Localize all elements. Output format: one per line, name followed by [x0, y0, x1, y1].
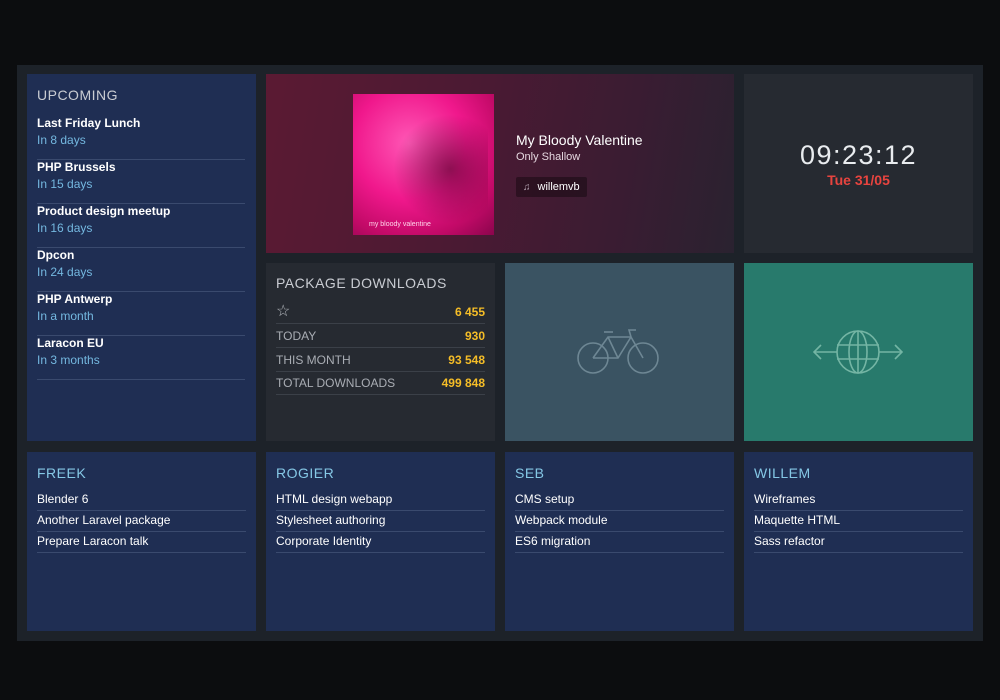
stat-label: Today	[276, 329, 317, 343]
event-name: Laracon EU	[37, 336, 104, 350]
task-item[interactable]: Sass refactor	[754, 531, 963, 553]
team-tile-willem: Willem Wireframes Maquette HTML Sass ref…	[744, 452, 973, 631]
package-downloads-heading: Package Downloads	[276, 275, 447, 291]
globe-arrows-icon	[812, 330, 904, 374]
event-when: In 3 months	[37, 353, 100, 367]
listener-name: willemvb	[537, 181, 580, 193]
team-name: Freek	[37, 465, 87, 481]
track-name: Only Shallow	[516, 151, 581, 163]
album-cover: my bloody valentine	[353, 94, 494, 235]
clock-date: Tue 31/05	[827, 172, 890, 188]
event-name: Last Friday Lunch	[37, 116, 141, 130]
now-playing-tile[interactable]: my bloody valentine My Bloody Valentine …	[266, 74, 734, 253]
stat-label: This month	[276, 353, 351, 367]
stat-value: 930	[464, 329, 485, 343]
stat-row-stars: ☆ 6 455	[276, 300, 485, 324]
task-item[interactable]: Corporate Identity	[276, 531, 485, 553]
stat-value: 499 848	[441, 376, 485, 390]
bicycle-tile	[505, 263, 734, 441]
globe-tile	[744, 263, 973, 441]
task-item[interactable]: Maquette HTML	[754, 510, 963, 532]
artist-name: My Bloody Valentine	[516, 132, 643, 148]
team-name: Seb	[515, 465, 545, 481]
dashboard: Upcoming Last Friday Lunch In 8 days PHP…	[17, 65, 983, 641]
event-when: In 15 days	[37, 177, 93, 191]
event-name: Product design meetup	[37, 204, 171, 218]
event-item[interactable]: Product design meetup In 16 days	[37, 204, 245, 248]
event-item[interactable]: Laracon EU In 3 months	[37, 336, 245, 380]
task-item[interactable]: Webpack module	[515, 510, 724, 532]
upcoming-tile: Upcoming Last Friday Lunch In 8 days PHP…	[27, 74, 256, 441]
stat-row: This month 93 548	[276, 348, 485, 372]
task-item[interactable]: Another Laravel package	[37, 510, 246, 532]
team-tile-freek: Freek Blender 6 Another Laravel package …	[27, 452, 256, 631]
album-cover-caption: my bloody valentine	[369, 221, 431, 228]
task-item[interactable]: ES6 migration	[515, 531, 724, 553]
team-tile-rogier: Rogier HTML design webapp Stylesheet aut…	[266, 452, 495, 631]
bicycle-icon	[577, 329, 659, 374]
event-item[interactable]: Last Friday Lunch In 8 days	[37, 116, 245, 160]
star-icon: ☆	[276, 303, 291, 320]
event-when: In a month	[37, 309, 94, 323]
task-item[interactable]: Blender 6	[37, 489, 246, 511]
stat-value: 93 548	[448, 353, 485, 367]
package-downloads-tile: Package Downloads ☆ 6 455 Today 930 This…	[266, 263, 495, 441]
task-item[interactable]: CMS setup	[515, 489, 724, 511]
event-name: Dpcon	[37, 248, 75, 262]
team-name: Rogier	[276, 465, 335, 481]
task-item[interactable]: Prepare Laracon talk	[37, 531, 246, 553]
music-note-icon: ♫	[523, 181, 531, 193]
listener-chip[interactable]: ♫ willemvb	[516, 177, 587, 197]
task-item[interactable]: HTML design webapp	[276, 489, 485, 511]
team-tile-seb: Seb CMS setup Webpack module ES6 migrati…	[505, 452, 734, 631]
clock-tile: 09:23:12 Tue 31/05	[744, 74, 973, 253]
event-item[interactable]: PHP Antwerp In a month	[37, 292, 245, 336]
stat-row: Total downloads 499 848	[276, 371, 485, 395]
event-item[interactable]: Dpcon In 24 days	[37, 248, 245, 292]
event-name: PHP Brussels	[37, 160, 116, 174]
event-when: In 8 days	[37, 133, 86, 147]
stat-value: 6 455	[454, 305, 485, 319]
task-item[interactable]: Wireframes	[754, 489, 963, 511]
event-when: In 24 days	[37, 265, 93, 279]
event-item[interactable]: PHP Brussels In 15 days	[37, 160, 245, 204]
team-name: Willem	[754, 465, 811, 481]
stat-label: Total downloads	[276, 376, 396, 390]
task-item[interactable]: Stylesheet authoring	[276, 510, 485, 532]
stat-row: Today 930	[276, 324, 485, 348]
clock-time: 09:23:12	[799, 140, 918, 170]
event-name: PHP Antwerp	[37, 292, 113, 306]
event-when: In 16 days	[37, 221, 93, 235]
upcoming-heading: Upcoming	[37, 87, 118, 103]
